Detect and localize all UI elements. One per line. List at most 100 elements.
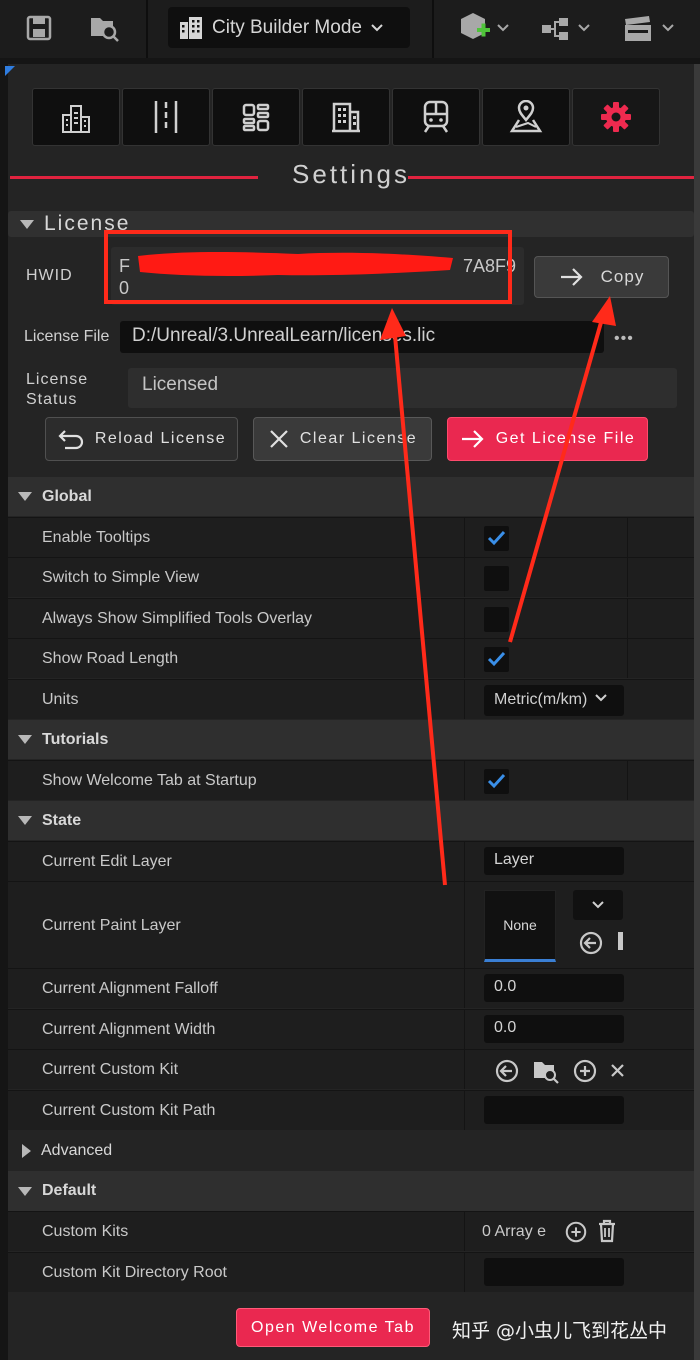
custom-kit-actions (494, 1058, 624, 1084)
use-selected-icon[interactable] (494, 1058, 520, 1084)
license-section-header[interactable]: License (8, 211, 694, 237)
expand-triangle-icon (22, 1143, 31, 1158)
city-builder-mode-dropdown[interactable]: City Builder Mode (168, 7, 410, 48)
tab-roads[interactable] (122, 88, 210, 146)
settings-heading: Settings (8, 157, 694, 197)
paint-layer-thumbnail[interactable]: None (484, 890, 556, 962)
collapse-triangle-icon (20, 219, 34, 229)
tab-office[interactable] (302, 88, 390, 146)
reload-license-button[interactable]: Reload License (45, 417, 238, 461)
buildings-icon (62, 105, 90, 133)
cinematics-button[interactable] (620, 12, 680, 46)
custom-kits-array-count: 0 Array e (482, 1223, 547, 1240)
setting-row-simple-view: Switch to Simple View (8, 557, 694, 597)
global-section-header[interactable]: Global (8, 477, 694, 516)
setting-label: Current Custom Kit Path (42, 1102, 216, 1119)
setting-row-custom-kits: Custom Kits 0 Array e (8, 1211, 694, 1251)
alignment-falloff-input[interactable]: 0.0 (484, 974, 624, 1002)
welcome-tab-checkbox[interactable] (484, 769, 509, 794)
default-section-header[interactable]: Default (8, 1171, 694, 1211)
open-welcome-tab-button[interactable]: Open Welcome Tab (236, 1308, 430, 1347)
setting-row-alignment-falloff: Current Alignment Falloff 0.0 (8, 968, 694, 1008)
setting-row-kit-dir-root: Custom Kit Directory Root (8, 1252, 694, 1292)
tool-tabs (32, 88, 660, 146)
chevron-down-icon (594, 691, 608, 705)
blueprint-button[interactable] (538, 12, 596, 46)
tab-transit[interactable] (392, 88, 480, 146)
simplified-overlay-checkbox[interactable] (484, 607, 509, 632)
tab-layout[interactable] (212, 88, 300, 146)
license-status-label-line1: License (26, 371, 89, 388)
setting-label: Always Show Simplified Tools Overlay (42, 610, 313, 627)
tab-settings[interactable] (572, 88, 660, 146)
setting-label: Current Alignment Falloff (42, 980, 218, 997)
page-title: Settings (292, 159, 410, 189)
checkmark-icon (487, 530, 506, 546)
license-status-value: Licensed (128, 368, 677, 408)
add-element-icon[interactable] (564, 1220, 588, 1244)
chevron-down-icon (592, 901, 604, 909)
get-license-label: Get License File (495, 430, 636, 447)
setting-row-units: Units Metric(m/km) (8, 679, 694, 719)
setting-label: Custom Kit Directory Root (42, 1264, 227, 1281)
setting-row-welcome-tab: Show Welcome Tab at Startup (8, 760, 694, 800)
setting-label: Current Paint Layer (42, 917, 181, 934)
use-selected-icon[interactable] (578, 930, 604, 956)
browse-dots-button[interactable]: ••• (614, 330, 634, 348)
vertical-scrollbar[interactable] (694, 64, 700, 1360)
train-icon (423, 100, 449, 133)
tab-corner-mark (5, 66, 15, 76)
hwid-value-end: 7A8F9 (462, 256, 516, 276)
add-actor-button[interactable] (456, 10, 514, 46)
hwid-value-line2: 0 (119, 278, 130, 298)
setting-row-alignment-width: Current Alignment Width 0.0 (8, 1009, 694, 1049)
road-icon (154, 101, 178, 133)
units-value: Metric(m/km) (494, 691, 588, 708)
setting-row-custom-kit: Current Custom Kit (8, 1049, 694, 1089)
tab-buildings[interactable] (32, 88, 120, 146)
title-rule-right (408, 176, 694, 179)
checkmark-icon (487, 773, 506, 789)
redaction-scribble (138, 252, 453, 276)
alignment-width-input[interactable]: 0.0 (484, 1015, 624, 1043)
collapse-triangle-icon (18, 735, 32, 744)
simple-view-checkbox[interactable] (484, 566, 509, 591)
tutorials-section-header[interactable]: Tutorials (8, 720, 694, 759)
get-license-file-button[interactable]: Get License File (447, 417, 648, 461)
edit-layer-input[interactable]: Layer (484, 847, 624, 875)
road-length-checkbox[interactable] (484, 647, 509, 672)
hwid-label: HWID (26, 267, 73, 284)
license-header-label: License (44, 212, 131, 235)
collapse-triangle-icon (18, 816, 32, 825)
collapse-triangle-icon (18, 1186, 32, 1196)
license-status-label-line2: Status (26, 391, 78, 408)
advanced-section-header[interactable]: Advanced (8, 1131, 694, 1170)
setting-row-edit-layer: Current Edit Layer Layer (8, 841, 694, 881)
license-file-input[interactable]: D:/Unreal/3.UnrealLearn/licenses.lic (120, 321, 604, 353)
paint-layer-dropdown[interactable] (573, 890, 623, 920)
custom-kit-path-input[interactable] (484, 1096, 624, 1124)
units-dropdown[interactable]: Metric(m/km) (484, 685, 624, 716)
checkmark-icon (487, 651, 506, 667)
setting-label: Current Custom Kit (42, 1061, 179, 1078)
clear-icon[interactable] (610, 1060, 624, 1082)
enable-tooltips-checkbox[interactable] (484, 526, 509, 551)
trash-icon[interactable] (596, 1219, 618, 1243)
browse-folder-icon[interactable] (86, 12, 122, 44)
tab-map[interactable] (482, 88, 570, 146)
watermark-text: 知乎 @小虫儿飞到花丛中 (452, 1320, 668, 1342)
setting-row-simplified-overlay: Always Show Simplified Tools Overlay (8, 598, 694, 638)
copy-button[interactable]: Copy (534, 256, 669, 298)
browse-folder-icon[interactable] (532, 1058, 560, 1084)
setting-row-custom-kit-path: Current Custom Kit Path (8, 1090, 694, 1130)
setting-label: Show Welcome Tab at Startup (42, 772, 257, 789)
state-section-header[interactable]: State (8, 801, 694, 840)
add-circle-icon[interactable] (572, 1058, 598, 1084)
main-toolbar: City Builder Mode (0, 0, 700, 58)
setting-label: Enable Tooltips (42, 529, 151, 546)
toolbar-divider (432, 0, 434, 58)
save-icon[interactable] (22, 12, 56, 44)
kit-dir-root-input[interactable] (484, 1258, 624, 1286)
clear-license-button[interactable]: Clear License (253, 417, 432, 461)
setting-row-enable-tooltips: Enable Tooltips (8, 517, 694, 557)
